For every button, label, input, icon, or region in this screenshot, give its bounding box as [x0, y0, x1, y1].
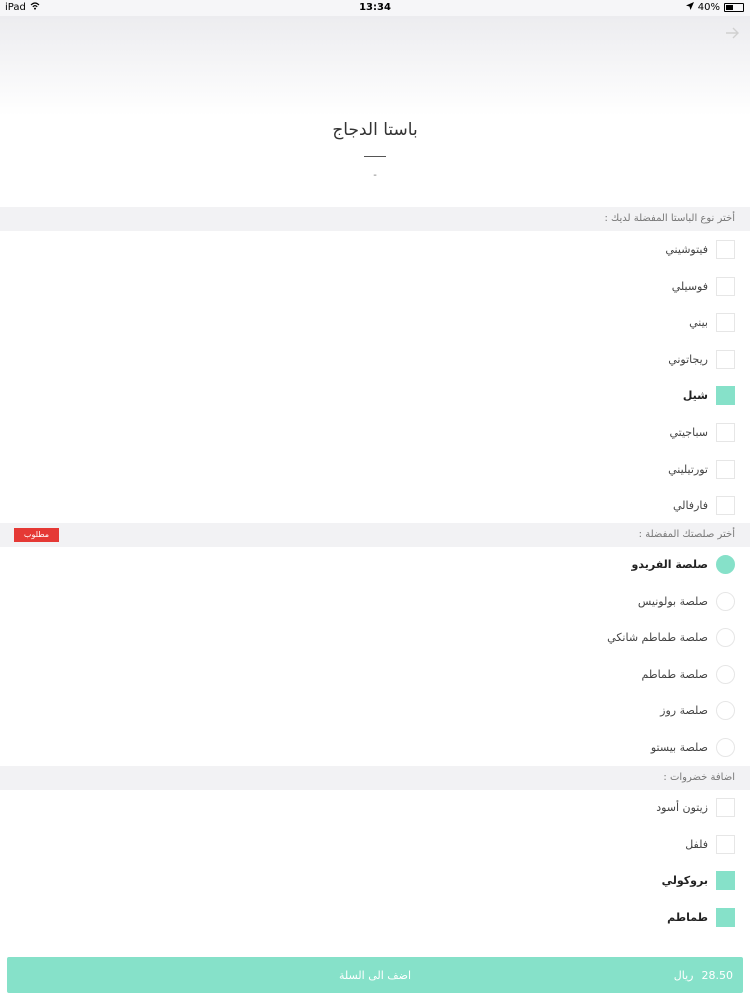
- pasta-option[interactable]: فيتوشيني: [0, 235, 750, 265]
- sauce-option-label: صلصة طماطم: [641, 667, 708, 681]
- add-to-cart-label: اضف الى السلة: [338, 969, 412, 982]
- radio-button[interactable]: [716, 701, 735, 721]
- pasta-option-label: شيل: [682, 389, 708, 403]
- sauce-option[interactable]: صلصة طماطم شانكي: [0, 623, 750, 653]
- checkbox[interactable]: [716, 276, 735, 296]
- checkbox[interactable]: [716, 871, 735, 891]
- pasta-option-label: ريجاتوني: [668, 352, 708, 366]
- battery-icon: [724, 3, 744, 12]
- section-header-pasta: أختر نوع الباستا المفضلة لديك :: [0, 207, 750, 231]
- pasta-option-label: سباجيتي: [669, 426, 709, 439]
- title-divider: [364, 156, 386, 157]
- sauce-option-label: صلصة روز: [660, 704, 708, 718]
- status-time: 13:34: [359, 2, 391, 13]
- pasta-option-label: فيتوشيني: [665, 243, 708, 256]
- arrow-right-icon[interactable]: [726, 24, 740, 43]
- radio-button[interactable]: [716, 555, 735, 574]
- vegetable-option[interactable]: طماطم: [0, 903, 750, 933]
- pasta-option[interactable]: فارفالي: [0, 491, 750, 521]
- pasta-option[interactable]: ريجاتوني: [0, 345, 750, 375]
- vegetable-option[interactable]: زيتون أسود: [0, 793, 750, 823]
- pasta-option-label: تورتيليني: [668, 462, 708, 476]
- vegetable-option[interactable]: فلفل: [0, 830, 750, 860]
- checkbox[interactable]: [716, 349, 735, 369]
- checkbox[interactable]: [716, 459, 735, 479]
- vegetable-option-label: فلفل: [685, 837, 708, 851]
- vegetable-option-label: بروكولي: [661, 874, 708, 888]
- status-bar: iPad 13:34 40%: [0, 0, 750, 16]
- header-banner: [0, 16, 750, 116]
- sauce-option-label: صلصة بولونيس: [637, 594, 708, 608]
- pasta-option[interactable]: بيني: [0, 308, 750, 338]
- radio-button[interactable]: [716, 664, 735, 684]
- sauce-option[interactable]: صلصة طماطم: [0, 660, 750, 690]
- radio-button[interactable]: [716, 628, 735, 648]
- required-badge: مطلوب: [14, 528, 59, 542]
- sauce-option-label: صلصة طماطم شانكي: [607, 631, 708, 645]
- checkbox[interactable]: [716, 423, 735, 442]
- pasta-option-label: فوسيلي: [671, 279, 708, 293]
- radio-button[interactable]: [716, 591, 735, 611]
- title-subtext: -: [373, 170, 377, 181]
- checkbox[interactable]: [716, 834, 735, 854]
- section-header-sauce: أختر صلصتك المفضلة : مطلوب: [0, 523, 750, 547]
- sauce-option[interactable]: صلصة بيستو: [0, 733, 750, 763]
- add-to-cart-button[interactable]: 28.50 ريال اضف الى السلة: [7, 957, 743, 993]
- status-right: 40%: [685, 2, 744, 13]
- sauce-option-label: صلصة بيستو: [650, 741, 708, 754]
- sauce-option[interactable]: صلصة بولونيس: [0, 587, 750, 617]
- checkbox[interactable]: [716, 386, 735, 406]
- radio-button[interactable]: [716, 738, 735, 757]
- pasta-option-label: فارفالي: [672, 499, 708, 513]
- sauce-option-label: صلصة الفريدو: [631, 558, 708, 571]
- section-label-vegetables: اضافة خضروات :: [663, 772, 735, 783]
- pasta-option[interactable]: فوسيلي: [0, 272, 750, 302]
- location-arrow-icon: [685, 2, 694, 13]
- vegetable-option-label: زيتون أسود: [656, 801, 708, 814]
- checkbox[interactable]: [716, 798, 735, 817]
- pasta-option[interactable]: سباجيتي: [0, 418, 750, 448]
- pasta-option[interactable]: شيل: [0, 381, 750, 411]
- vegetable-option[interactable]: بروكولي: [0, 866, 750, 896]
- checkbox[interactable]: [716, 496, 735, 516]
- section-label-sauce: أختر صلصتك المفضلة :: [638, 529, 735, 540]
- vegetable-option-label: طماطم: [667, 910, 708, 924]
- section-label-pasta: أختر نوع الباستا المفضلة لديك :: [604, 213, 735, 224]
- section-header-vegetables: اضافة خضروات :: [0, 766, 750, 790]
- pasta-option-label: بيني: [689, 316, 708, 330]
- checkbox[interactable]: [716, 240, 735, 259]
- sauce-option[interactable]: صلصة روز: [0, 696, 750, 726]
- checkbox[interactable]: [716, 907, 735, 927]
- checkbox[interactable]: [716, 313, 735, 333]
- sauce-option[interactable]: صلصة الفريدو: [0, 550, 750, 580]
- page-title: باستا الدجاج: [332, 120, 418, 140]
- pasta-option[interactable]: تورتيليني: [0, 455, 750, 485]
- battery-percent: 40%: [697, 2, 720, 13]
